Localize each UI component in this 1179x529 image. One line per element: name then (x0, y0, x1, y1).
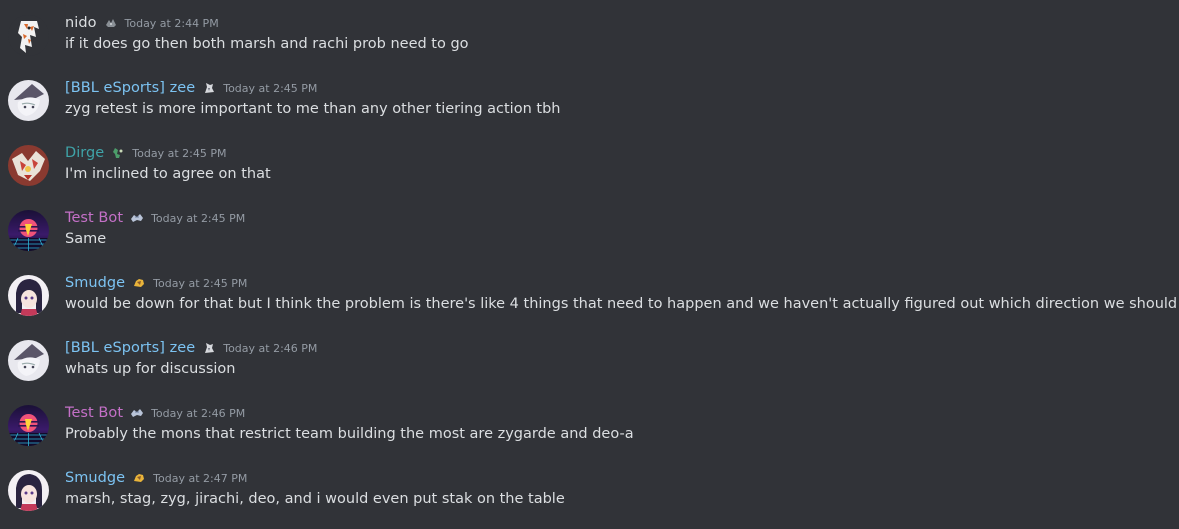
pokemon-icon (202, 341, 216, 355)
message-item: Smudge Today at 2:45 PM would be down fo… (0, 260, 1179, 325)
message-item: Dirge Today at 2:45 PM I'm inclined to a… (0, 130, 1179, 195)
username[interactable]: nido (65, 15, 97, 31)
pokemon-icon (130, 406, 144, 420)
username[interactable]: Dirge (65, 145, 104, 161)
message-item: nido Today at 2:44 PM if it does go then… (0, 0, 1179, 65)
message-item: Test Bot Today at 2:46 PM Probably the m… (0, 390, 1179, 455)
message-text: Probably the mons that restrict team bui… (65, 426, 634, 442)
pokemon-icon (132, 276, 146, 290)
timestamp[interactable]: Today at 2:46 PM (151, 407, 245, 420)
message-item: [BBL eSports] zee Today at 2:46 PM whats… (0, 325, 1179, 390)
username[interactable]: Test Bot (65, 210, 123, 226)
message-item: Test Bot Today at 2:45 PM Same (0, 195, 1179, 260)
username[interactable]: Smudge (65, 275, 125, 291)
timestamp[interactable]: Today at 2:45 PM (153, 277, 247, 290)
timestamp[interactable]: Today at 2:46 PM (223, 342, 317, 355)
avatar[interactable] (8, 80, 49, 121)
message-text: marsh, stag, zyg, jirachi, deo, and i wo… (65, 491, 565, 507)
message-text: if it does go then both marsh and rachi … (65, 36, 469, 52)
username[interactable]: Smudge (65, 470, 125, 486)
pokemon-icon (202, 81, 216, 95)
avatar[interactable] (8, 15, 49, 56)
avatar[interactable] (8, 210, 49, 251)
message-text: would be down for that but I think the p… (65, 296, 1179, 312)
pokemon-icon (130, 211, 144, 225)
message-text: I'm inclined to agree on that (65, 166, 271, 182)
username[interactable]: Test Bot (65, 405, 123, 421)
timestamp[interactable]: Today at 2:45 PM (132, 147, 226, 160)
chat-message-list: nido Today at 2:44 PM if it does go then… (0, 0, 1179, 529)
avatar[interactable] (8, 470, 49, 511)
message-item: Smudge Today at 2:47 PM marsh, stag, zyg… (0, 455, 1179, 520)
username[interactable]: [BBL eSports] zee (65, 80, 195, 96)
pokemon-icon (132, 471, 146, 485)
timestamp[interactable]: Today at 2:45 PM (151, 212, 245, 225)
pokemon-icon (111, 146, 125, 160)
message-text: Same (65, 231, 107, 247)
avatar[interactable] (8, 275, 49, 316)
pokemon-icon (104, 16, 118, 30)
timestamp[interactable]: Today at 2:44 PM (125, 17, 219, 30)
timestamp[interactable]: Today at 2:45 PM (223, 82, 317, 95)
timestamp[interactable]: Today at 2:47 PM (153, 472, 247, 485)
message-item: [BBL eSports] zee Today at 2:45 PM zyg r… (0, 65, 1179, 130)
avatar[interactable] (8, 145, 49, 186)
message-text: zyg retest is more important to me than … (65, 101, 561, 117)
avatar[interactable] (8, 405, 49, 446)
avatar[interactable] (8, 340, 49, 381)
username[interactable]: [BBL eSports] zee (65, 340, 195, 356)
message-text: whats up for discussion (65, 361, 236, 377)
